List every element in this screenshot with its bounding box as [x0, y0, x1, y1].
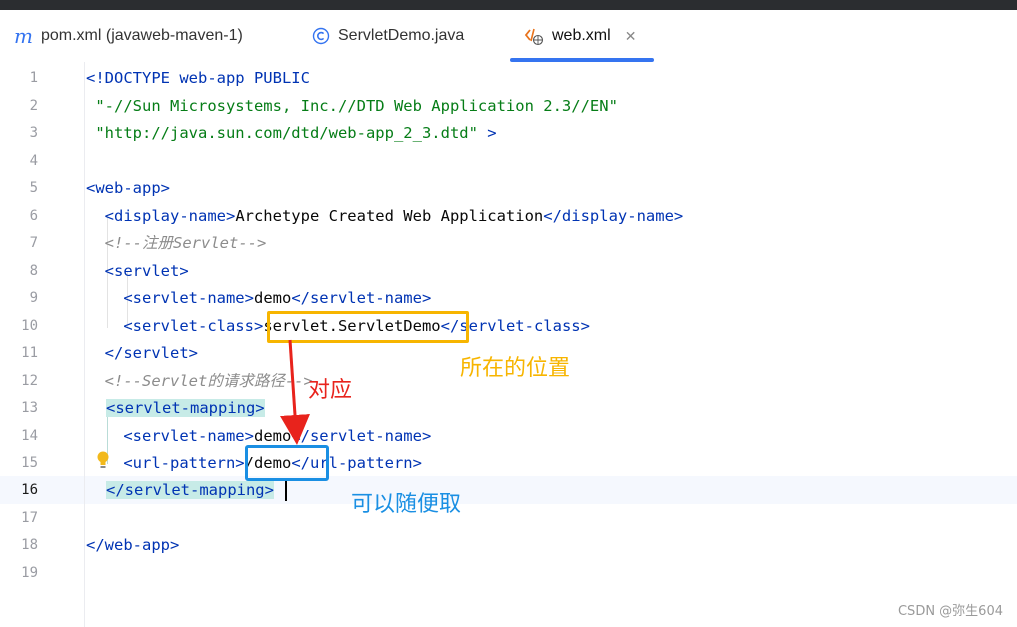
- java-class-icon: [312, 27, 330, 45]
- code-editor[interactable]: 1 2 3 4 5 6 7 8 9 10 11 12 13 14 15 16 1…: [0, 62, 1017, 627]
- tab-label: web.xml: [552, 27, 611, 44]
- close-tab-icon[interactable]: ✕: [625, 28, 637, 45]
- annotation-arrow: [280, 339, 310, 445]
- annotation-arbitrary: 可以随便取: [351, 492, 462, 517]
- tab-pom-xml[interactable]: m pom.xml (javaweb-maven-1): [14, 10, 243, 62]
- maven-icon: m: [14, 24, 33, 48]
- watermark: CSDN @弥生604: [897, 604, 1003, 619]
- tab-label: ServletDemo.java: [338, 27, 465, 44]
- annotation-correspond: 对应: [308, 378, 353, 403]
- tab-label: pom.xml (javaweb-maven-1): [40, 27, 243, 44]
- xml-file-icon: [524, 26, 544, 46]
- window-title-strip: [0, 0, 1017, 10]
- tab-servletdemo-java[interactable]: ServletDemo.java: [312, 10, 464, 62]
- annotation-location: 所在的位置: [460, 356, 571, 381]
- tab-web-xml[interactable]: web.xml ✕: [524, 10, 636, 62]
- editor-tab-bar: m pom.xml (javaweb-maven-1) ServletDemo.…: [0, 10, 1017, 62]
